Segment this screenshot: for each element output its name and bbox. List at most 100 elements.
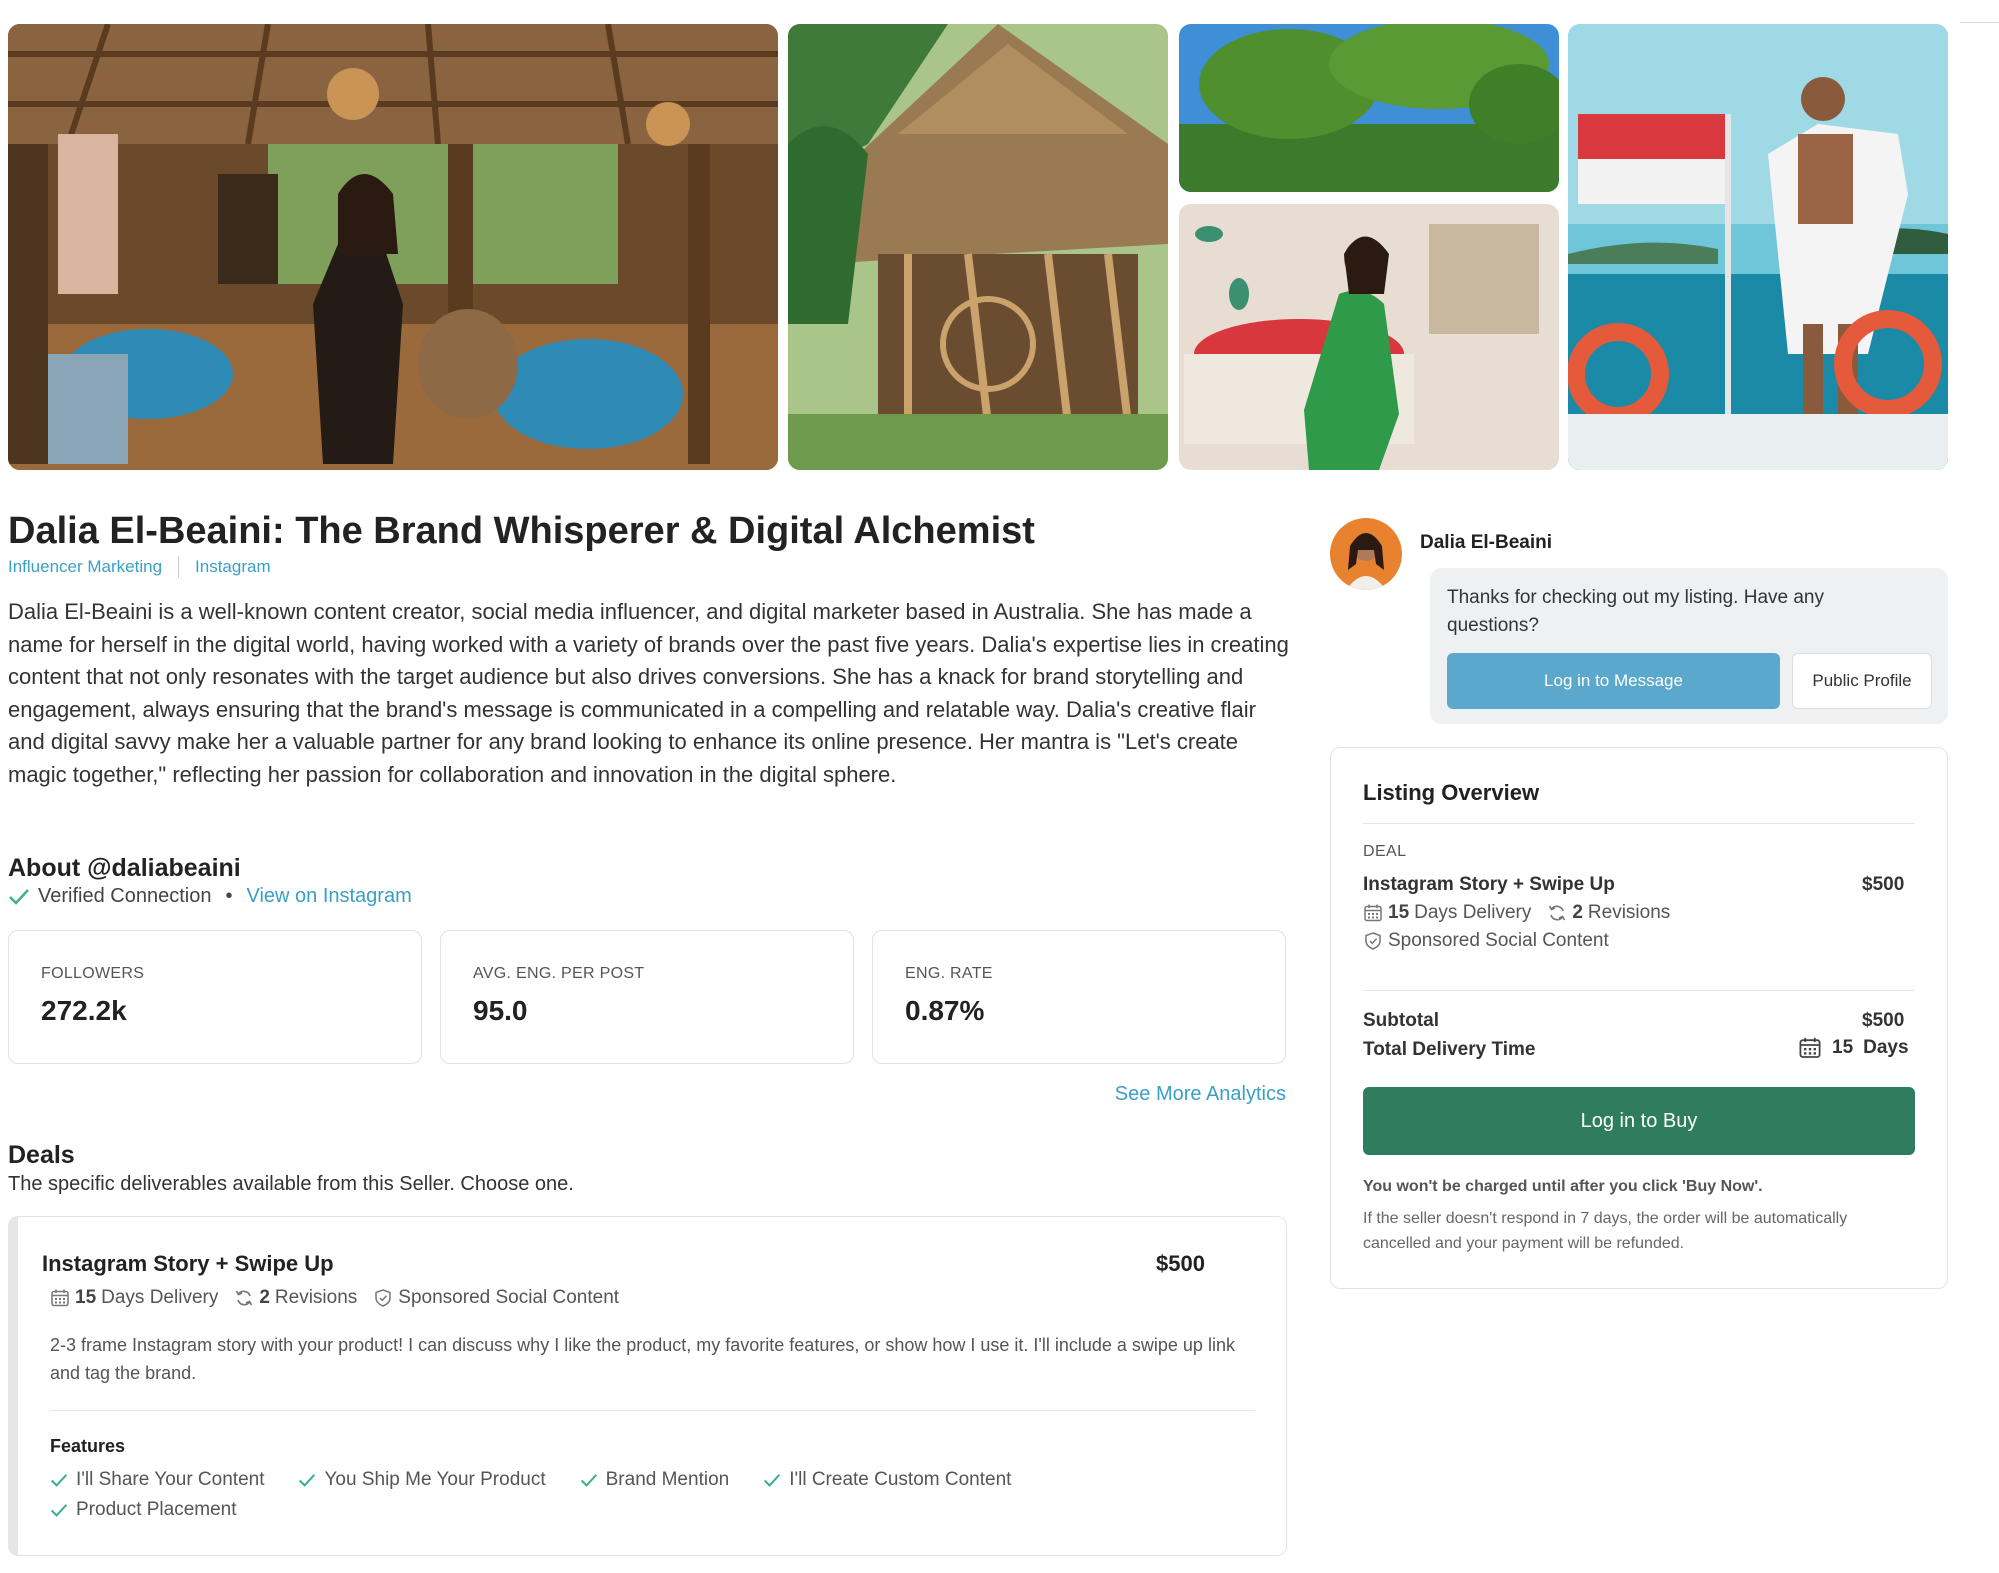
photo-thatched-hut — [788, 24, 1168, 470]
deals-heading: Deals — [8, 1141, 75, 1169]
total-delivery-unit: Days — [1863, 1037, 1909, 1058]
overview-divider — [1363, 823, 1915, 824]
overview-deal-price: $500 — [1862, 874, 1905, 895]
feature-item: I'll Create Custom Content — [763, 1468, 1011, 1492]
refresh-icon — [1549, 905, 1566, 921]
stat-label: FOLLOWERS — [41, 965, 145, 982]
tag-divider — [178, 556, 180, 578]
photo-palm-trees — [1179, 24, 1559, 192]
avatar-photo — [1330, 518, 1402, 590]
revisions-label: Revisions — [274, 1287, 358, 1308]
calendar-icon — [1364, 904, 1382, 922]
deal-divider — [50, 1410, 1255, 1411]
revisions-count: 2 — [259, 1287, 270, 1308]
listing-overview-heading: Listing Overview — [1363, 780, 1540, 805]
deals-subtitle: The specific deliverables available from… — [8, 1173, 574, 1195]
stat-label: AVG. ENG. PER POST — [473, 965, 645, 982]
deal-name: Instagram Story + Swipe Up — [42, 1251, 334, 1276]
delivery-info: 15 Days Delivery — [1363, 902, 1531, 924]
overview-content-type: Sponsored Social Content — [1363, 930, 1625, 952]
feature-label: Product Placement — [76, 1499, 237, 1520]
verified-row: Verified Connection • View on Instagram — [8, 885, 412, 908]
about-heading: About @daliabeaini — [8, 854, 241, 882]
bullet-separator: • — [225, 885, 233, 907]
content-type-label: Sponsored Social Content — [398, 1287, 620, 1308]
header-divider — [1960, 22, 1999, 23]
view-on-instagram-link[interactable]: View on Instagram — [246, 885, 411, 908]
deal-description: 2-3 frame Instagram story with your prod… — [50, 1335, 1235, 1383]
see-more-analytics-link[interactable]: See More Analytics — [1115, 1083, 1286, 1106]
overview-deal-name: Instagram Story + Swipe Up — [1363, 874, 1615, 895]
public-profile-button[interactable]: Public Profile — [1792, 653, 1932, 709]
content-type-info: Sponsored Social Content — [1363, 930, 1609, 952]
feature-label: I'll Create Custom Content — [789, 1469, 1012, 1490]
feature-item: Brand Mention — [580, 1468, 730, 1492]
tag-influencer-marketing[interactable]: Influencer Marketing — [8, 557, 162, 577]
gallery-photo-1[interactable] — [8, 24, 778, 470]
refund-note: If the seller doesn't respond in 7 days,… — [1363, 1210, 1848, 1252]
revisions-info: 2 Revisions — [1547, 902, 1670, 924]
verified-connection-label: Verified Connection — [38, 885, 212, 907]
check-icon — [50, 1473, 68, 1487]
tag-instagram[interactable]: Instagram — [195, 557, 271, 577]
features-heading: Features — [50, 1436, 126, 1456]
deal-label: DEAL — [1363, 843, 1407, 860]
feature-label: Brand Mention — [605, 1469, 730, 1490]
overview-deal-meta: 15 Days Delivery 2 Revisions — [1363, 902, 1686, 924]
feature-label: You Ship Me Your Product — [324, 1469, 546, 1490]
shield-check-icon — [375, 1289, 392, 1307]
check-icon — [580, 1473, 597, 1487]
gallery-photo-3[interactable] — [1179, 24, 1559, 192]
seller-name[interactable]: Dalia El-Beaini — [1420, 532, 1552, 554]
photo-boat-flag — [1568, 24, 1948, 470]
feature-item: I'll Share Your Content — [50, 1468, 264, 1492]
revisions-info: 2 Revisions — [234, 1287, 357, 1309]
delivery-label: Days Delivery — [101, 1287, 219, 1308]
check-icon — [299, 1473, 316, 1487]
log-in-to-buy-button[interactable]: Log in to Buy — [1363, 1087, 1915, 1155]
delivery-info: 15 Days Delivery — [50, 1287, 218, 1309]
stat-value: 272.2k — [41, 995, 127, 1026]
total-delivery-label: Total Delivery Time — [1363, 1039, 1536, 1060]
gallery-photo-2[interactable] — [788, 24, 1168, 470]
listing-title: Dalia El-Beaini: The Brand Whisperer & D… — [8, 510, 1035, 552]
content-type-info: Sponsored Social Content — [373, 1287, 619, 1309]
stat-label: ENG. RATE — [905, 965, 993, 982]
feature-label: I'll Share Your Content — [76, 1469, 265, 1490]
seller-avatar[interactable] — [1330, 518, 1402, 590]
log-in-to-message-button[interactable]: Log in to Message — [1447, 653, 1780, 709]
shield-check-icon — [1365, 932, 1381, 950]
stat-value: 0.87% — [905, 995, 985, 1026]
content-type-label: Sponsored Social Content — [1388, 930, 1609, 951]
gallery-photo-4[interactable] — [1179, 204, 1559, 470]
check-icon — [9, 888, 29, 905]
refresh-icon — [236, 1290, 253, 1306]
delivery-days: 15 — [1388, 902, 1410, 923]
total-delivery-value: 15 Days — [1798, 1036, 1909, 1060]
stat-card-followers: FOLLOWERS 272.2k — [8, 930, 422, 1064]
stat-value: 95.0 — [473, 995, 528, 1026]
stat-card-engagement-rate: ENG. RATE 0.87% — [872, 930, 1286, 1064]
photo-flower-bath — [1179, 204, 1559, 470]
gallery-photo-5[interactable] — [1568, 24, 1948, 470]
overview-divider — [1363, 990, 1915, 991]
total-delivery-days: 15 — [1832, 1037, 1854, 1058]
revisions-count: 2 — [1572, 902, 1583, 923]
revisions-label: Revisions — [1587, 902, 1671, 923]
feature-item: Product Placement — [50, 1498, 1166, 1522]
check-icon — [50, 1503, 68, 1517]
deal-meta: 15 Days Delivery 2 Revisions Sponsored S… — [50, 1287, 635, 1309]
photo-lounge-interior — [8, 24, 778, 470]
delivery-days: 15 — [75, 1287, 97, 1308]
calendar-icon — [51, 1289, 69, 1307]
check-icon — [764, 1473, 781, 1487]
delivery-label: Days Delivery — [1414, 902, 1532, 923]
listing-description: Dalia El-Beaini is a well-known content … — [8, 599, 1289, 787]
subtotal-value: $500 — [1862, 1010, 1905, 1031]
charge-note: You won't be charged until after you cli… — [1363, 1178, 1763, 1195]
deal-price: $500 — [1156, 1251, 1205, 1276]
calendar-icon — [1799, 1037, 1821, 1058]
features-list: I'll Share Your Content You Ship Me Your… — [50, 1468, 1200, 1522]
seller-message: Thanks for checking out my listing. Have… — [1447, 587, 1825, 636]
subtotal-label: Subtotal — [1363, 1010, 1439, 1031]
